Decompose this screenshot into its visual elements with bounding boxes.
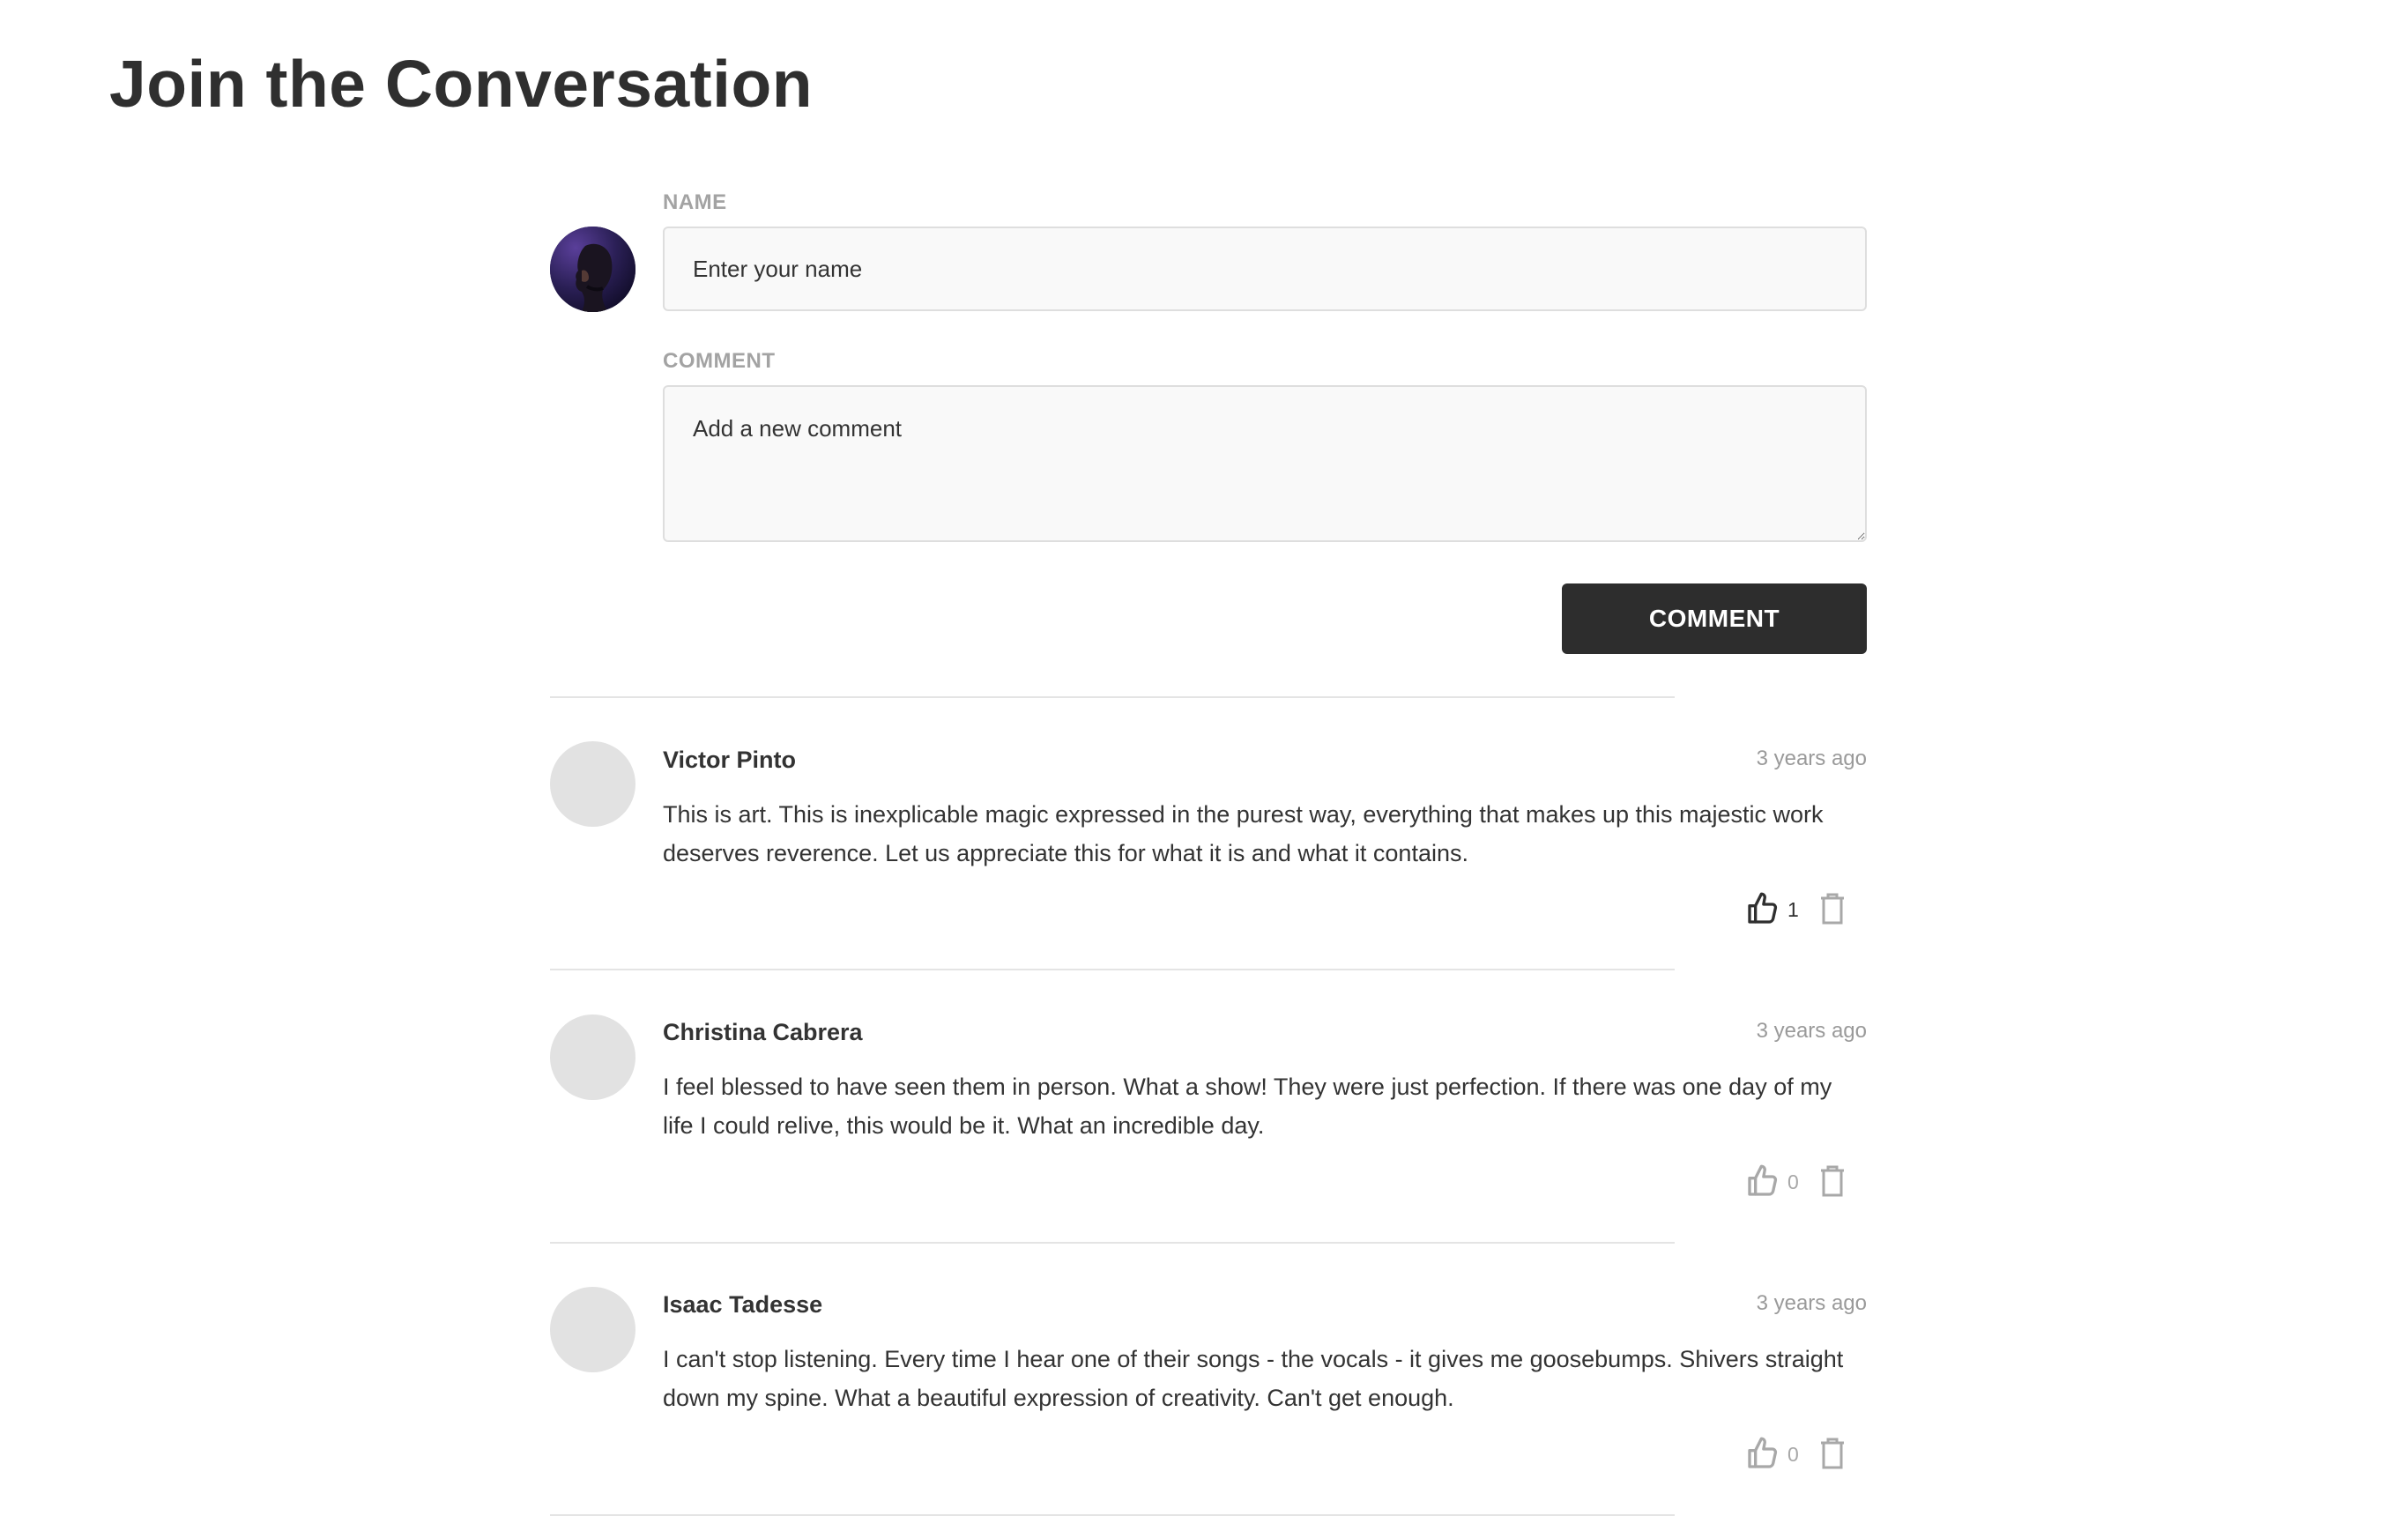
comment-timestamp: 3 years ago bbox=[1756, 1291, 1867, 1315]
comment-textarea[interactable] bbox=[663, 385, 1867, 542]
page-title: Join the Conversation bbox=[109, 47, 814, 121]
name-input[interactable] bbox=[663, 227, 1867, 311]
like-button[interactable]: 0 bbox=[1745, 1435, 1799, 1474]
delete-button[interactable] bbox=[1817, 1163, 1847, 1201]
user-photo-icon bbox=[550, 227, 635, 312]
comment-author: Christina Cabrera bbox=[663, 1019, 863, 1045]
like-count: 0 bbox=[1787, 1442, 1799, 1466]
commenter-avatar bbox=[550, 741, 635, 827]
divider bbox=[550, 1242, 1675, 1244]
trash-icon bbox=[1819, 892, 1846, 928]
trash-icon bbox=[1819, 1437, 1846, 1473]
like-count: 0 bbox=[1787, 1170, 1799, 1193]
comment-author: Victor Pinto bbox=[663, 747, 797, 773]
comment-text: I feel blessed to have seen them in pers… bbox=[663, 1074, 1832, 1139]
commenter-avatar bbox=[550, 1287, 635, 1372]
delete-button[interactable] bbox=[1817, 890, 1847, 929]
like-button[interactable]: 0 bbox=[1745, 1163, 1799, 1201]
comment-timestamp: 3 years ago bbox=[1756, 1019, 1867, 1043]
divider bbox=[550, 696, 1675, 698]
thumbs-up-icon bbox=[1745, 1436, 1780, 1474]
thumbs-up-icon bbox=[1745, 891, 1780, 929]
thumbs-up-icon bbox=[1745, 1163, 1780, 1201]
like-button[interactable]: 1 bbox=[1745, 890, 1799, 929]
trash-icon bbox=[1819, 1164, 1846, 1200]
comment-label: COMMENT bbox=[663, 349, 776, 373]
current-user-avatar bbox=[550, 227, 635, 312]
commenter-avatar bbox=[550, 1014, 635, 1100]
comment-author: Isaac Tadesse bbox=[663, 1291, 823, 1318]
comment-text: I can't stop listening. Every time I hea… bbox=[663, 1346, 1844, 1411]
comment-text: This is art. This is inexplicable magic … bbox=[663, 801, 1824, 866]
submit-comment-button[interactable]: COMMENT bbox=[1562, 583, 1867, 654]
name-label: NAME bbox=[663, 190, 727, 214]
divider bbox=[550, 969, 1675, 970]
like-count: 1 bbox=[1787, 897, 1799, 921]
comment-timestamp: 3 years ago bbox=[1756, 747, 1867, 770]
delete-button[interactable] bbox=[1817, 1435, 1847, 1474]
